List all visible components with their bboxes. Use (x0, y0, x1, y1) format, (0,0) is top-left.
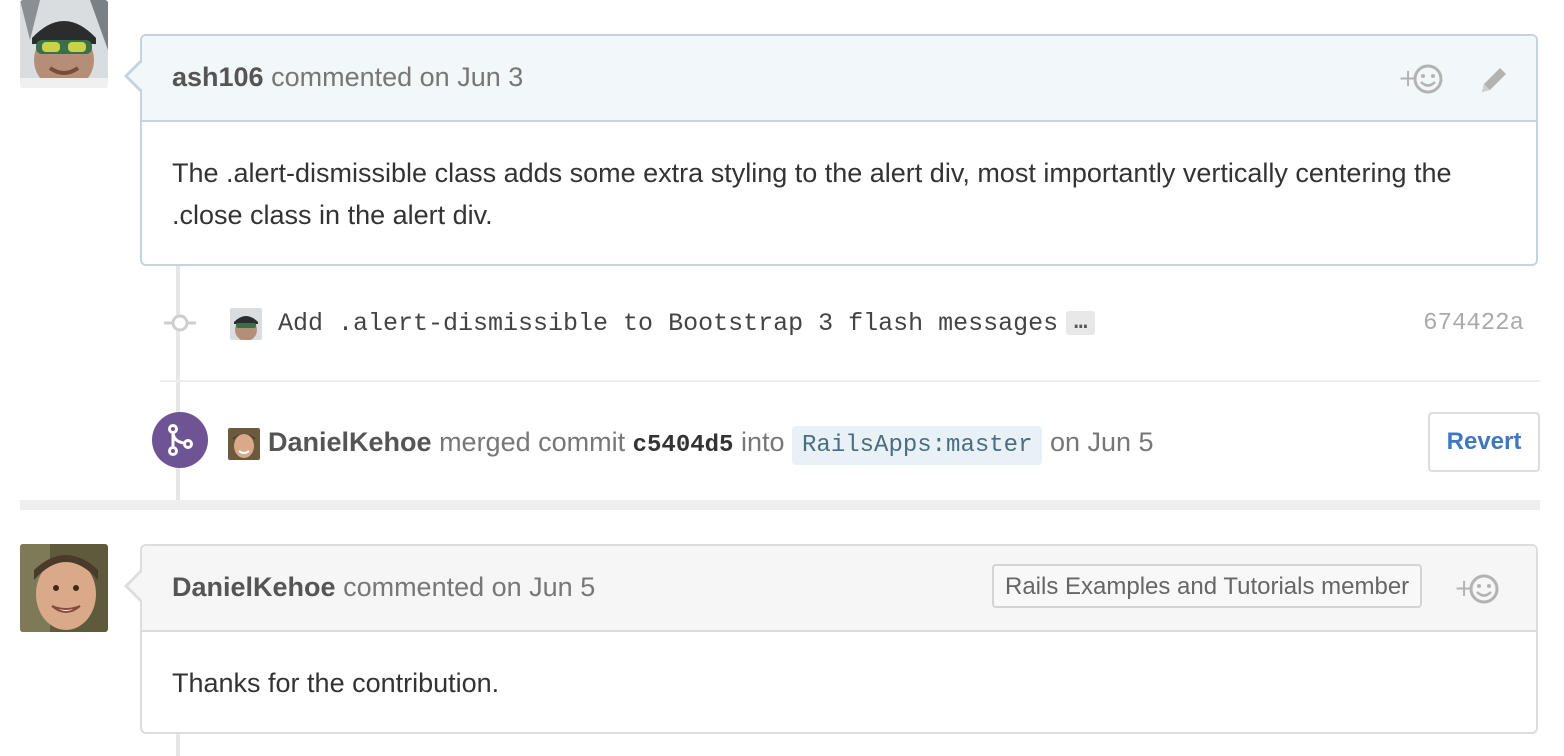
merge-branch[interactable]: RailsApps:master (792, 426, 1043, 465)
merge-into: into (740, 427, 785, 457)
comment-header: DanielKehoe commented on Jun 5 Rails Exa… (142, 546, 1536, 632)
avatar-ash106[interactable] (20, 0, 108, 88)
comment-meta[interactable]: commented on Jun 3 (271, 62, 523, 92)
comment-body: Thanks for the contribution. (172, 668, 500, 698)
pencil-icon[interactable] (1478, 64, 1510, 101)
comment-ash106: ash106 commented on Jun 3 + The .alert-d… (124, 34, 1538, 266)
timeline-separator (20, 500, 1540, 510)
merge-commit-sha[interactable]: c5404d5 (633, 432, 734, 459)
timeline-line (176, 734, 180, 756)
merge-author-avatar[interactable] (228, 428, 260, 460)
commit-author-avatar[interactable] (230, 308, 262, 340)
merge-author[interactable]: DanielKehoe (268, 427, 432, 457)
comment-header: ash106 commented on Jun 3 + (142, 36, 1536, 122)
comment-body: The .alert-dismissible class adds some e… (172, 158, 1452, 230)
plus-smiley-icon[interactable]: + (1454, 572, 1500, 611)
merge-verb: merged commit (439, 427, 626, 457)
commit-expand-button[interactable]: … (1066, 311, 1096, 336)
commit-message[interactable]: Add .alert-dismissible to Bootstrap 3 fl… (278, 309, 1058, 338)
comment-meta[interactable]: commented on Jun 5 (343, 572, 595, 602)
merge-event-text: DanielKehoe merged commit c5404d5 into R… (268, 420, 1154, 468)
member-badge: Rails Examples and Tutorials member (992, 564, 1423, 608)
revert-button[interactable]: Revert (1428, 412, 1540, 472)
merge-date[interactable]: on Jun 5 (1050, 427, 1154, 457)
comment-author[interactable]: DanielKehoe (172, 572, 336, 602)
merge-badge (152, 412, 208, 468)
comment-author[interactable]: ash106 (172, 62, 264, 92)
avatar-danielkehoe[interactable] (20, 544, 108, 632)
git-merge-icon (168, 424, 193, 456)
plus-smiley-icon[interactable]: + (1398, 62, 1444, 101)
commit-sha[interactable]: 674422a (1423, 308, 1524, 340)
commit-dot-icon (164, 314, 196, 332)
comment-danielkehoe: DanielKehoe commented on Jun 5 Rails Exa… (124, 544, 1538, 734)
commit-row: Add .alert-dismissible to Bootstrap 3 fl… (160, 300, 1540, 382)
